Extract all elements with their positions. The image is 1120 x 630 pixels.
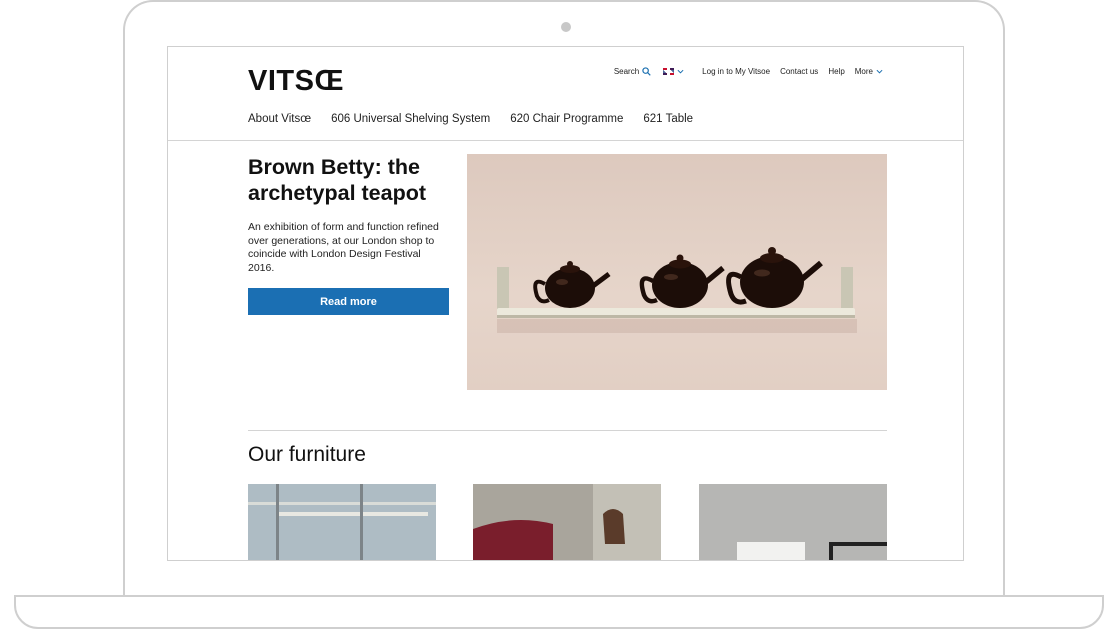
uk-flag-icon [663, 68, 675, 75]
help-label: Help [828, 67, 845, 76]
furniture-card-chair[interactable] [473, 484, 661, 560]
nav-item-620-chair[interactable]: 620 Chair Programme [510, 113, 623, 125]
more-menu[interactable]: More [855, 67, 883, 76]
table-image [699, 484, 887, 560]
language-selector[interactable] [661, 68, 684, 75]
read-more-button[interactable]: Read more [248, 288, 449, 315]
chevron-down-icon [876, 69, 883, 74]
login-link[interactable]: Log in to My Vitsoe [702, 67, 770, 76]
search-link[interactable]: Search [614, 67, 651, 76]
contact-link[interactable]: Contact us [780, 67, 818, 76]
furniture-card-shelving[interactable] [248, 484, 436, 560]
nav-item-621-table[interactable]: 621 Table [643, 113, 693, 125]
more-label: More [854, 67, 873, 76]
shelving-image [248, 484, 436, 560]
hero-image-teapots[interactable] [467, 154, 887, 390]
chevron-down-icon [677, 69, 684, 74]
browser-viewport: VITSŒ Search Log in to My Vitsoe Contact… [167, 46, 964, 561]
search-label: Search [613, 67, 640, 76]
laptop-camera [561, 22, 571, 32]
nav-item-about[interactable]: About Vitsœ [248, 113, 311, 125]
utility-nav: Search Log in to My Vitsoe Contact us He… [614, 67, 883, 76]
section-divider [248, 430, 887, 431]
hero-title: Brown Betty: the archetypal teapot [248, 155, 427, 205]
help-link[interactable]: Help [828, 67, 844, 76]
header-divider [168, 140, 963, 141]
main-nav: About Vitsœ 606 Universal Shelving Syste… [248, 113, 713, 125]
hero-description: An exhibition of form and function refin… [248, 221, 439, 274]
nav-item-606-shelving[interactable]: 606 Universal Shelving System [331, 113, 490, 125]
login-label: Log in to My Vitsoe [702, 67, 771, 76]
chair-image [473, 484, 661, 560]
furniture-card-table[interactable] [699, 484, 887, 560]
site-logo[interactable]: VITSŒ [248, 65, 344, 98]
contact-label: Contact us [780, 67, 819, 76]
section-title-furniture: Our furniture [248, 443, 366, 466]
search-icon [642, 67, 651, 76]
laptop-base [14, 595, 1104, 629]
teapots-on-shelf-illustration [497, 247, 857, 333]
